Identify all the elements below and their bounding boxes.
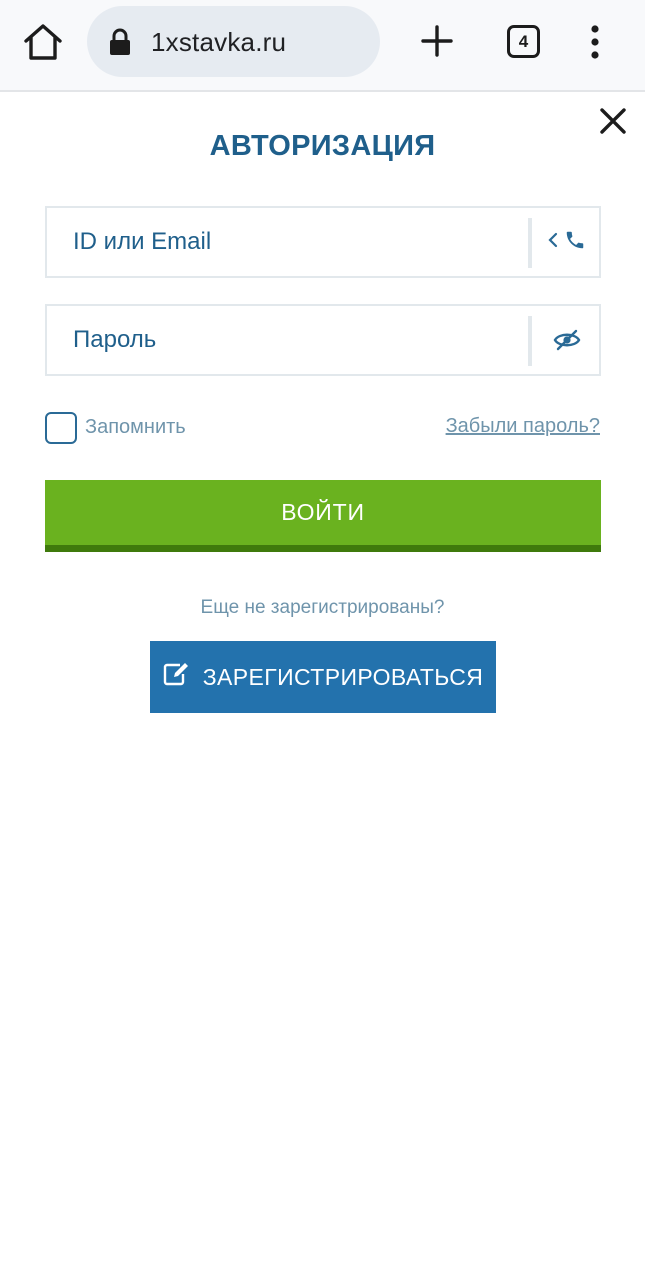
address-bar[interactable]: 1xstavka.ru (87, 6, 380, 77)
eye-slash-icon[interactable] (533, 306, 601, 374)
remember-me[interactable]: Запомнить (45, 411, 186, 444)
register-button[interactable]: ЗАРЕГИСТРИРОВАТЬСЯ (150, 641, 496, 713)
browser-toolbar: 1xstavka.ru 4 (0, 0, 645, 92)
lock-icon (109, 28, 131, 56)
chevron-left-icon (548, 232, 558, 253)
plus-icon[interactable] (420, 24, 454, 58)
id-email-input[interactable] (47, 208, 527, 276)
forgot-password-link[interactable]: Забыли пароль? (446, 415, 600, 438)
field-divider (528, 218, 532, 268)
home-icon[interactable] (22, 22, 64, 62)
not-registered-text: Еще не зарегистрированы? (200, 597, 445, 618)
more-vert-icon[interactable] (588, 24, 602, 60)
tab-count: 4 (518, 31, 529, 51)
password-input[interactable] (47, 306, 527, 374)
edit-icon (163, 662, 189, 692)
remember-checkbox[interactable] (45, 411, 77, 444)
tabs-count-button[interactable]: 4 (507, 25, 540, 58)
url-text: 1xstavka.ru (151, 27, 287, 57)
login-button[interactable]: ВОЙТИ (45, 480, 601, 552)
phone-icon (564, 229, 586, 256)
modal-title: АВТОРИЗАЦИЯ (209, 130, 436, 162)
login-button-label: ВОЙТИ (281, 499, 365, 525)
password-field (45, 304, 601, 376)
id-email-field (45, 206, 601, 278)
remember-label: Запомнить (85, 416, 186, 438)
field-divider (528, 316, 532, 366)
phone-login-toggle[interactable] (533, 208, 601, 276)
register-button-label: ЗАРЕГИСТРИРОВАТЬСЯ (202, 663, 484, 690)
